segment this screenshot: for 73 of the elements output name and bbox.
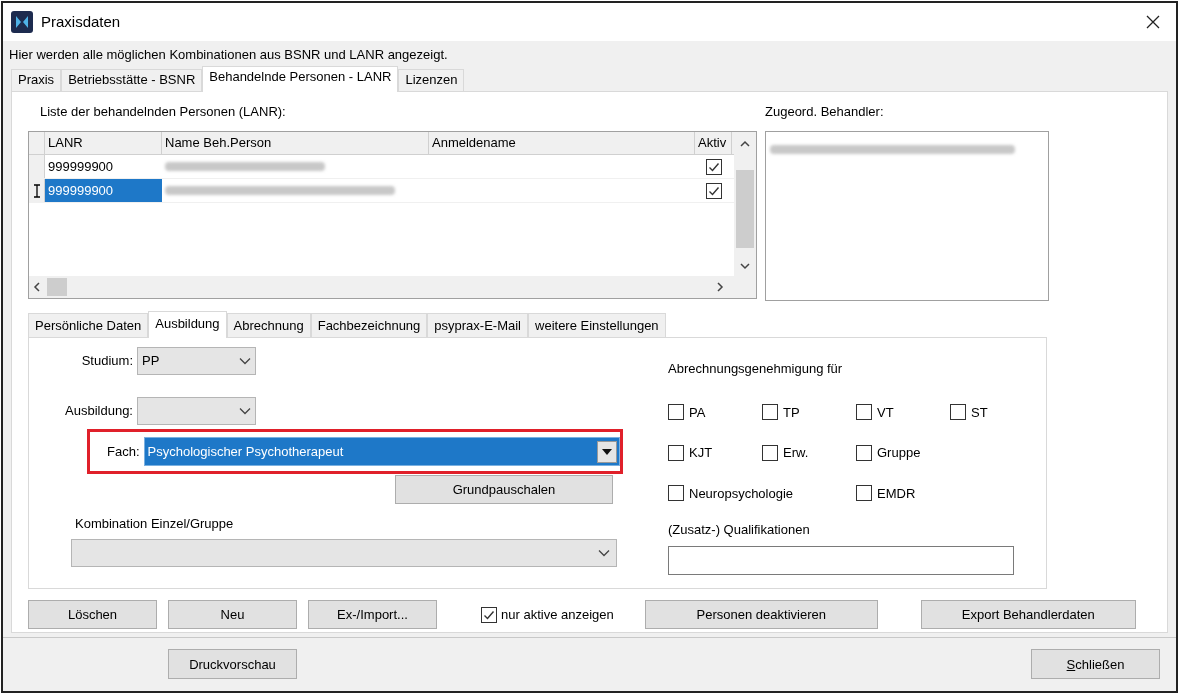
checkbox[interactable] bbox=[705, 158, 722, 175]
list-label: Liste der behandelnden Personen (LANR): bbox=[39, 102, 287, 121]
checkbox-label: Gruppe bbox=[877, 444, 921, 462]
checkbox-label: KJT bbox=[689, 444, 713, 462]
checkbox[interactable] bbox=[762, 444, 778, 461]
chevron-down-icon bbox=[239, 407, 251, 415]
text-cursor-icon bbox=[32, 183, 41, 198]
checkbox[interactable] bbox=[705, 182, 722, 199]
push-button[interactable]: Schließen bbox=[1031, 649, 1160, 680]
checkbox[interactable] bbox=[856, 444, 872, 461]
tab[interactable]: Lizenzen bbox=[398, 68, 465, 91]
push-button[interactable]: Ex-/Import... bbox=[308, 600, 437, 629]
table-cell[interactable]: 999999900 bbox=[45, 179, 162, 202]
checkbox[interactable] bbox=[950, 404, 966, 421]
info-text: Hier werden alle möglichen Kombinationen aus BSNR und LANR angezeigt. bbox=[9, 47, 448, 62]
checkbox[interactable] bbox=[481, 606, 497, 623]
chevron-right-icon[interactable] bbox=[716, 282, 724, 292]
chevron-down-icon bbox=[239, 357, 251, 365]
checkbox-label: ST bbox=[971, 403, 988, 422]
push-button[interactable]: Neu bbox=[168, 600, 297, 629]
checkbox[interactable] bbox=[668, 485, 684, 502]
tab[interactable]: psyprax-E-Mail bbox=[427, 313, 528, 337]
tab[interactable]: Abrechnung bbox=[226, 313, 311, 337]
column-header[interactable]: Aktiv bbox=[695, 132, 732, 154]
studium-select[interactable]: PP bbox=[137, 347, 256, 375]
column-header[interactable]: LANR bbox=[45, 132, 162, 154]
scrollbar-thumb[interactable] bbox=[47, 278, 67, 296]
window-title: Praxisdaten bbox=[41, 11, 121, 32]
row-header[interactable] bbox=[29, 179, 45, 202]
checkbox-label: TP bbox=[783, 403, 800, 422]
tab[interactable]: Behandelnde Personen - LANR bbox=[202, 65, 399, 92]
push-button[interactable]: Grundpauschalen bbox=[395, 475, 613, 504]
chevron-up-icon[interactable] bbox=[740, 140, 750, 148]
scrollbar-thumb[interactable] bbox=[736, 170, 754, 248]
column-header[interactable]: Anmeldename bbox=[429, 132, 695, 154]
ausbildung-label: Ausbildung: bbox=[64, 402, 133, 421]
qualifications-label: (Zusatz-) Qualifikationen bbox=[668, 521, 811, 539]
checkbox-label: EMDR bbox=[877, 484, 916, 503]
checkbox[interactable] bbox=[762, 404, 778, 421]
approval-label: Abrechnungsgenehmigung für bbox=[668, 360, 844, 378]
push-button[interactable]: Löschen bbox=[28, 600, 157, 629]
push-button[interactable]: Personen deaktivieren bbox=[644, 600, 878, 629]
tab[interactable]: Persönliche Daten bbox=[28, 313, 149, 337]
fach-select[interactable]: Psychologischer Psychotherapeut bbox=[143, 437, 620, 466]
push-button[interactable]: Export Behandlerdaten bbox=[920, 600, 1136, 629]
tab[interactable]: Ausbildung bbox=[148, 311, 227, 338]
column-header[interactable]: Name Beh.Person bbox=[162, 132, 429, 154]
tab[interactable]: Praxis bbox=[11, 68, 62, 91]
checkbox-label: PA bbox=[689, 403, 706, 422]
qualifications-field[interactable] bbox=[668, 545, 1014, 575]
app-logo-icon bbox=[11, 11, 33, 33]
tab[interactable]: weitere Einstellungen bbox=[528, 313, 666, 337]
push-button[interactable]: Druckvorschau bbox=[168, 649, 297, 680]
checkbox[interactable] bbox=[668, 444, 684, 461]
fach-label: Fach: bbox=[107, 442, 140, 461]
checkbox[interactable] bbox=[856, 404, 872, 421]
chevron-down-icon[interactable] bbox=[740, 262, 750, 270]
chevron-left-icon[interactable] bbox=[33, 282, 41, 292]
checkbox-label: Erw. bbox=[783, 444, 809, 462]
tab[interactable]: Betriebsstätte - BSNR bbox=[61, 68, 203, 91]
studium-label: Studium: bbox=[80, 352, 133, 371]
checkbox[interactable] bbox=[668, 404, 684, 421]
dropdown-arrow-icon[interactable] bbox=[602, 448, 612, 455]
assigned-label: Zugeord. Behandler: bbox=[765, 102, 885, 121]
checkbox-label: Neuropsychologie bbox=[689, 484, 794, 503]
chevron-down-icon bbox=[598, 548, 610, 557]
checkbox-label: nur aktive anzeigen bbox=[501, 605, 614, 624]
close-icon[interactable] bbox=[1146, 15, 1160, 29]
table-cell[interactable]: 999999900 bbox=[45, 155, 162, 178]
checkbox-label: VT bbox=[877, 403, 894, 422]
kombination-label: Kombination Einzel/Gruppe bbox=[75, 515, 235, 533]
tab[interactable]: Fachbezeichnung bbox=[310, 313, 428, 337]
checkbox[interactable] bbox=[856, 485, 872, 502]
